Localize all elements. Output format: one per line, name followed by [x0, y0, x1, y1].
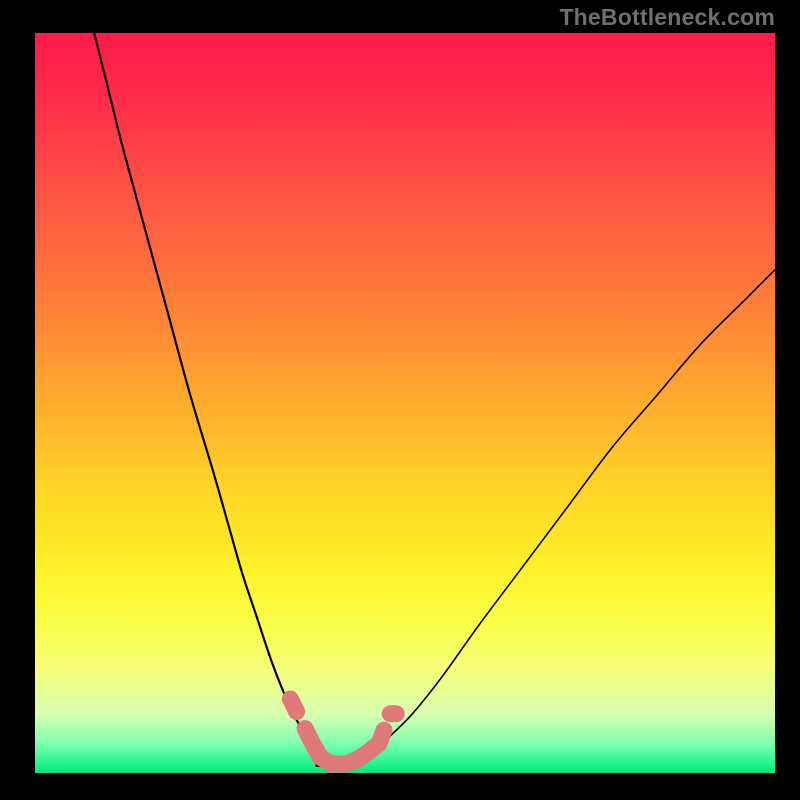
series-right-curve: [346, 270, 775, 766]
watermark-text: TheBottleneck.com: [559, 4, 775, 31]
chart-svg: [35, 33, 775, 773]
marker-point: [290, 699, 296, 712]
chart-frame: TheBottleneck.com: [0, 0, 800, 800]
series-left-curve: [94, 33, 331, 766]
marker-point: [379, 730, 384, 743]
